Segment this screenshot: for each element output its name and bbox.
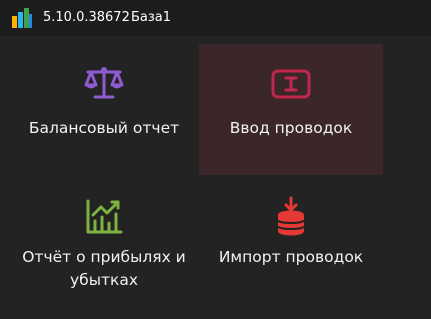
profit-chart-icon (86, 199, 123, 234)
database-name: База1 (131, 10, 172, 25)
tile-label: Ввод проводок (229, 119, 353, 137)
tile-import-entries[interactable]: Импорт проводок (199, 185, 383, 316)
tile-entry-input[interactable]: Ввод проводок (199, 44, 383, 175)
tile-label: Отчёт о прибылях и убытках (22, 248, 186, 289)
tile-label: Импорт проводок (218, 248, 364, 266)
database-import-icon (277, 196, 305, 236)
scales-icon (84, 67, 124, 99)
tile-profit-loss[interactable]: Отчёт о прибылях и убытках (12, 185, 196, 316)
app-logo-icon (12, 8, 32, 28)
title-bar: 5.10.0.38672 База1 (0, 0, 431, 36)
tile-balance-sheet[interactable]: Балансовый отчет (12, 44, 196, 175)
text-input-icon (271, 69, 311, 99)
app-version: 5.10.0.38672 (43, 10, 130, 25)
tile-label: Балансовый отчет (28, 119, 180, 137)
